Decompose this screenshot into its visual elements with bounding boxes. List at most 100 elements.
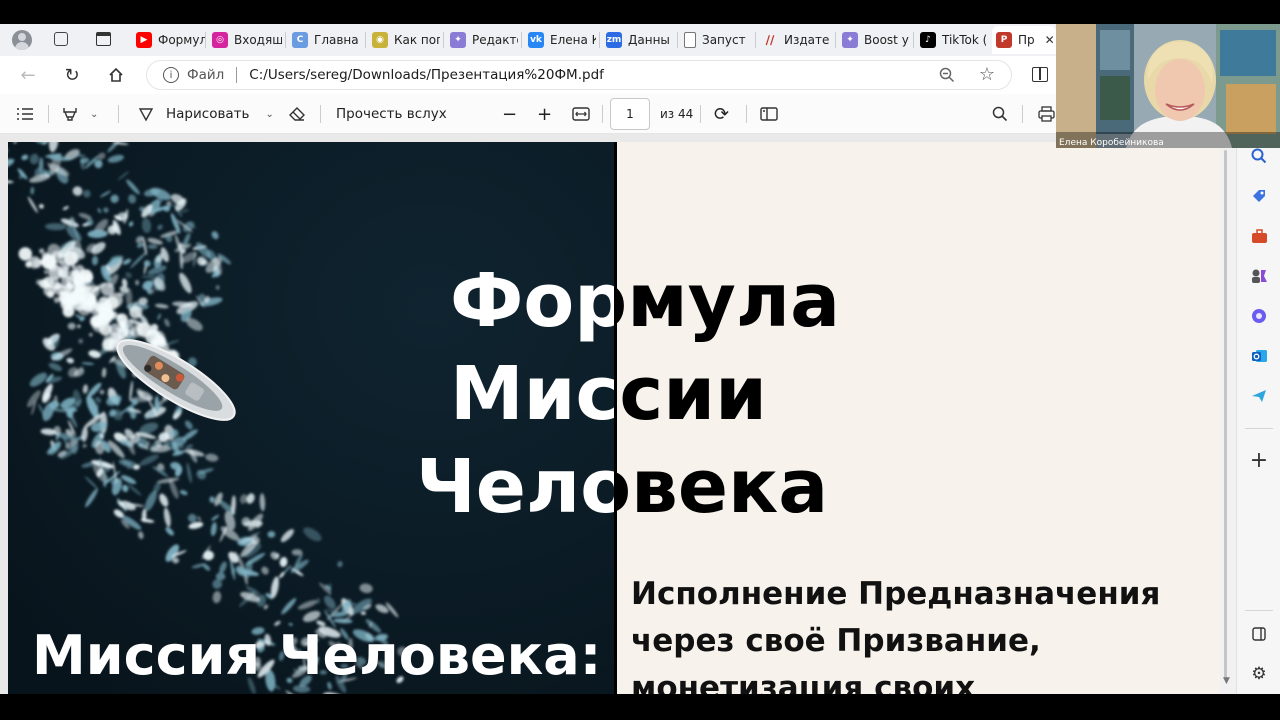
page-total: из 44 <box>660 107 694 121</box>
contents-icon[interactable] <box>16 94 34 134</box>
search-icon[interactable] <box>992 94 1008 134</box>
page-view-icon[interactable] <box>760 94 778 134</box>
instagram-icon: ◎ <box>212 32 228 48</box>
tab-label: Издате <box>784 33 830 47</box>
pdf-icon: P <box>996 32 1012 48</box>
scroll-thumb[interactable] <box>1224 150 1227 680</box>
tab-actions-icon[interactable] <box>96 32 111 46</box>
scroll-down-arrow[interactable]: ▼ <box>1223 676 1230 686</box>
tab-6[interactable]: vk Елена К <box>524 26 596 54</box>
page-icon <box>684 32 696 48</box>
pdf-viewer[interactable]: Формула Миссии Человека Формула Миссии Ч… <box>0 134 1236 694</box>
sidebar-games-icon[interactable] <box>1249 266 1269 286</box>
tab-11[interactable]: ♪ TikTok ( <box>916 26 986 54</box>
tab-label: Пр <box>1018 33 1035 47</box>
read-aloud-button[interactable]: Прочесть вслух <box>336 94 447 134</box>
toolbar-separator <box>48 105 49 123</box>
zoom-icon[interactable] <box>939 67 955 83</box>
zoom-in-button[interactable]: + <box>537 94 552 134</box>
tab-label: Как пог <box>394 33 440 47</box>
zm-icon: zm <box>606 32 622 48</box>
tab-8[interactable]: Запуст <box>680 26 752 54</box>
tab-2[interactable]: ◎ Входящ <box>208 26 282 54</box>
sidebar-shopping-icon[interactable] <box>1249 186 1269 206</box>
print-icon[interactable] <box>1038 94 1055 134</box>
tab-label: Данны <box>628 33 670 47</box>
fit-width-icon[interactable] <box>572 94 590 134</box>
tab-7[interactable]: zm Данны <box>602 26 674 54</box>
tab-label: Запуст <box>702 33 746 47</box>
pdf-toolbar: ⌄ Нарисовать ⌄ Прочесть вслух − + 1 из 4… <box>0 94 1056 134</box>
sidebar-separator <box>1245 610 1273 611</box>
tab-strip: ▶ Формул ◎ Входящ C Главна ◉ Как пог ✦ Редакто vk Е… <box>0 24 1056 56</box>
sidebar-panel-icon[interactable] <box>1249 624 1269 644</box>
sidebar-copilot-icon[interactable] <box>1249 306 1269 326</box>
sidebar-tools-icon[interactable] <box>1249 226 1269 246</box>
address-divider <box>236 67 238 83</box>
page-number-input[interactable]: 1 <box>610 98 650 130</box>
tab-separator <box>285 32 286 48</box>
url-text: C:/Users/sereg/Downloads/Презентация%20Ф… <box>249 67 604 83</box>
webcam-frame: Елена Коробейникова <box>1056 24 1280 148</box>
tab-label: Boost y <box>864 33 909 47</box>
tab-separator <box>521 32 522 48</box>
highlight-chevron-icon[interactable]: ⌄ <box>90 94 98 134</box>
tab-label: Входящ <box>234 33 282 47</box>
tab-separator <box>599 32 600 48</box>
top-black-bar <box>0 0 1280 24</box>
stripes-icon: ∕∕ <box>765 33 775 47</box>
tab-5[interactable]: ✦ Редакто <box>446 26 518 54</box>
toolbar-separator <box>118 105 119 123</box>
address-field[interactable]: i Файл C:/Users/sereg/Downloads/Презента… <box>146 60 1012 90</box>
highlight-icon[interactable] <box>62 94 78 134</box>
rotate-icon[interactable]: ⟳ <box>714 94 729 134</box>
sidebar-send-icon[interactable] <box>1249 386 1269 406</box>
tab-12[interactable]: P Пр ✕ <box>992 26 1056 54</box>
ocean-image <box>8 142 614 694</box>
tab-label: Елена К <box>550 33 596 47</box>
tab-label: Формул <box>158 33 206 47</box>
close-tab-icon[interactable]: ✕ <box>1045 33 1055 47</box>
tab-separator <box>365 32 366 48</box>
sidebar-add-icon[interactable]: + <box>1249 448 1269 473</box>
draw-chevron-icon[interactable]: ⌄ <box>266 109 274 120</box>
toolbar-separator <box>320 105 321 123</box>
toolbar-separator <box>700 105 701 123</box>
back-button[interactable]: ← <box>16 64 40 86</box>
favorite-star-icon[interactable]: ☆ <box>979 64 995 85</box>
tab-label: TikTok ( <box>942 33 986 47</box>
sidebar-settings-icon[interactable]: ⚙ <box>1249 664 1269 684</box>
home-button[interactable] <box>104 64 128 86</box>
participant-name: Елена Коробейникова <box>1059 138 1164 148</box>
tab-4[interactable]: ◉ Как пог <box>368 26 440 54</box>
vertical-scrollbar[interactable]: ▼ <box>1220 134 1236 694</box>
read-aloud-label: Прочесть вслух <box>336 106 447 122</box>
sidebar-search-icon[interactable] <box>1249 146 1269 166</box>
slide-divider <box>614 142 617 694</box>
refresh-button[interactable]: ↻ <box>60 64 84 86</box>
address-bar-row: ← ↻ i Файл C:/Users/sereg/Downloads/През… <box>0 56 1056 94</box>
draw-button[interactable]: Нарисовать ⌄ <box>138 94 274 134</box>
tab-1[interactable]: ▶ Формул <box>132 26 206 54</box>
tab-separator <box>835 32 836 48</box>
bottom-black-bar <box>0 694 1280 720</box>
sidebar-outlook-icon[interactable] <box>1249 346 1269 366</box>
tab-3[interactable]: C Главна <box>288 26 362 54</box>
info-icon[interactable]: i <box>163 67 179 83</box>
sidebar-separator <box>1245 428 1273 429</box>
profile-icon[interactable] <box>12 30 32 50</box>
eraser-icon[interactable] <box>288 94 306 134</box>
split-screen-icon[interactable] <box>1032 67 1048 82</box>
tab-9[interactable]: ∕∕ Издате <box>758 26 832 54</box>
tab-10[interactable]: ✦ Boost y <box>838 26 910 54</box>
subtitle-line-3: монетизация своих <box>631 670 975 694</box>
youtube-icon: ▶ <box>136 32 152 48</box>
zoom-out-button[interactable]: − <box>502 94 517 134</box>
chrome-like-icon: ◉ <box>372 32 388 48</box>
tab-separator <box>443 32 444 48</box>
workspaces-icon[interactable] <box>54 32 68 46</box>
boost-icon: ✦ <box>842 32 858 48</box>
tiktok-icon: ♪ <box>920 32 936 48</box>
tab-label: Редакто <box>472 33 518 47</box>
tab-separator <box>677 32 678 48</box>
